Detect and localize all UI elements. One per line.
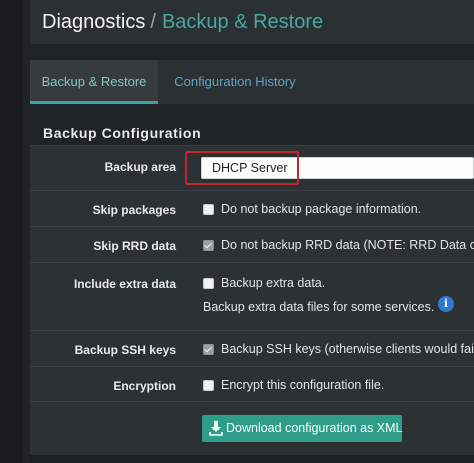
tab-configuration-history[interactable]: Configuration History xyxy=(170,60,300,104)
info-icon[interactable]: i xyxy=(438,296,454,312)
skip-packages-checkbox[interactable] xyxy=(203,204,214,215)
breadcrumb-page[interactable]: Backup & Restore xyxy=(162,11,323,34)
highlight-box xyxy=(185,151,299,185)
extra-data-help: Backup extra data files for some service… xyxy=(203,300,435,314)
skip-rrd-label: Skip RRD data xyxy=(93,239,176,253)
sidebar-strip xyxy=(0,0,22,463)
breadcrumb-separator: / xyxy=(150,10,156,33)
encryption-checkbox[interactable] xyxy=(203,380,214,391)
download-button-label: Download configuration as XML xyxy=(226,421,403,435)
extra-data-checkbox[interactable] xyxy=(203,278,214,289)
extra-data-label: Include extra data xyxy=(73,277,176,291)
skip-rrd-row: Skip RRD data Do not backup RRD data (NO… xyxy=(30,226,474,263)
skip-packages-text: Do not backup package information. xyxy=(221,202,422,216)
tab-bar: Backup & Restore Configuration History xyxy=(30,60,474,104)
next-panel-edge xyxy=(30,455,474,463)
encryption-row: Encryption Encrypt this configuration fi… xyxy=(30,366,474,402)
breadcrumb: Diagnostics / Backup & Restore xyxy=(30,0,474,44)
download-icon xyxy=(209,421,223,436)
ssh-keys-checkbox[interactable] xyxy=(203,344,214,355)
extra-data-row: Include extra data Backup extra data. Ba… xyxy=(30,262,474,331)
skip-rrd-checkbox[interactable] xyxy=(203,240,214,251)
skip-packages-label: Skip packages xyxy=(92,203,176,217)
ssh-keys-row: Backup SSH keys Backup SSH keys (otherwi… xyxy=(30,330,474,367)
encryption-label: Encryption xyxy=(113,379,176,393)
skip-packages-row: Skip packages Do not backup package info… xyxy=(30,190,474,227)
download-config-button[interactable]: Download configuration as XML xyxy=(202,415,403,442)
backup-configuration-panel: Backup Configuration Backup area DHCP Se… xyxy=(30,121,474,463)
breadcrumb-section[interactable]: Diagnostics xyxy=(42,11,145,34)
tab-backup-restore[interactable]: Backup & Restore xyxy=(30,60,158,104)
backup-area-label: Backup area xyxy=(104,160,176,174)
ssh-keys-text: Backup SSH keys (otherwise clients would… xyxy=(221,342,474,356)
panel-header: Backup Configuration xyxy=(30,121,474,145)
panel-title: Backup Configuration xyxy=(43,125,202,141)
skip-rrd-text: Do not backup RRD data (NOTE: RRD Data c… xyxy=(221,238,474,252)
encryption-text: Encrypt this configuration file. xyxy=(221,378,385,392)
ssh-keys-label: Backup SSH keys xyxy=(74,343,176,357)
extra-data-text: Backup extra data. xyxy=(221,276,326,290)
